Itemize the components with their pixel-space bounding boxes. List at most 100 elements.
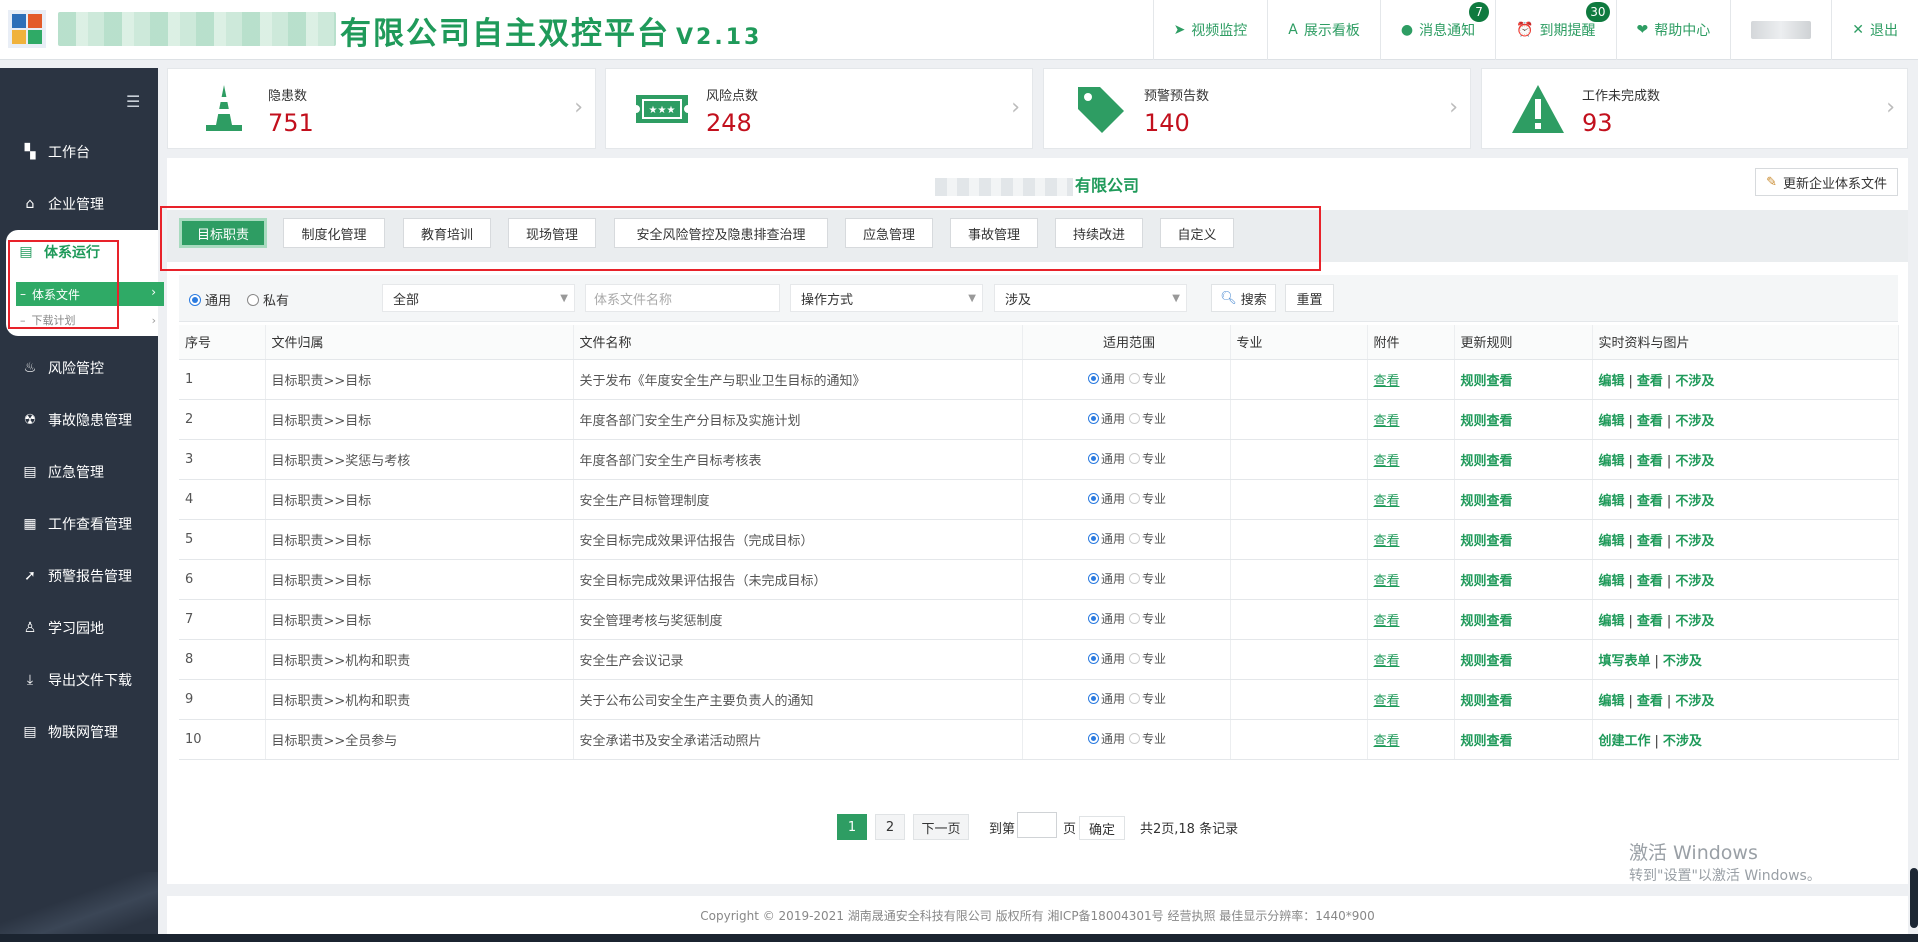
view-attachment-link[interactable]: 查看 — [1374, 534, 1400, 549]
row-action-link[interactable]: 不涉及 — [1675, 414, 1714, 429]
stat-card-hazards[interactable]: 隐患数 751 › — [167, 68, 596, 149]
scope-radio-pro[interactable]: 专业 — [1129, 610, 1166, 627]
row-action-link[interactable]: 查看 — [1637, 614, 1663, 629]
row-action-link[interactable]: 不涉及 — [1675, 574, 1714, 589]
stat-card-warnings[interactable]: 预警预告数 140 › — [1043, 68, 1471, 149]
row-action-link[interactable]: 不涉及 — [1675, 534, 1714, 549]
sidebar-item-learning[interactable]: ♙ 学习园地 — [0, 610, 158, 646]
row-action-link[interactable]: 不涉及 — [1675, 374, 1714, 389]
scope-radio-pro[interactable]: 专业 — [1129, 450, 1166, 467]
view-attachment-link[interactable]: 查看 — [1374, 734, 1400, 749]
scope-radio-common[interactable]: 通用 — [1087, 370, 1125, 387]
row-action-link[interactable]: 编辑 — [1599, 454, 1625, 469]
row-action-link[interactable]: 不涉及 — [1675, 694, 1714, 709]
scope-radio-pro[interactable]: 专业 — [1129, 530, 1166, 547]
sidebar-item-enterprise[interactable]: ⌂ 企业管理 — [0, 186, 158, 222]
nav-messages[interactable]: ● 消息通知 7 — [1379, 0, 1495, 60]
search-button[interactable]: 🔍︎ 搜索 — [1211, 284, 1276, 312]
stat-card-unfinished-work[interactable]: 工作未完成数 93 › — [1481, 68, 1908, 149]
scope-radio-pro[interactable]: 专业 — [1129, 570, 1166, 587]
row-action-link[interactable]: 编辑 — [1599, 414, 1625, 429]
nav-display-board[interactable]: A 展示看板 — [1267, 0, 1380, 60]
user-account[interactable] — [1730, 0, 1831, 60]
view-attachment-link[interactable]: 查看 — [1374, 494, 1400, 509]
row-action-link[interactable]: 编辑 — [1599, 694, 1625, 709]
row-action-link[interactable]: 不涉及 — [1663, 654, 1702, 669]
nav-video-monitor[interactable]: ➤ 视频监控 — [1152, 0, 1268, 60]
scope-radio-common[interactable]: 通用 — [1087, 530, 1125, 547]
sidebar-item-emergency[interactable]: ▤ 应急管理 — [0, 454, 158, 490]
view-attachment-link[interactable]: 查看 — [1374, 694, 1400, 709]
view-rule-link[interactable]: 规则查看 — [1461, 534, 1513, 549]
view-rule-link[interactable]: 规则查看 — [1461, 454, 1513, 469]
reset-button[interactable]: 重置 — [1285, 284, 1334, 312]
nav-expiry-reminder[interactable]: ⏰ 到期提醒 30 — [1495, 0, 1615, 60]
scope-radio-common[interactable]: 通用 — [1087, 730, 1125, 747]
page-2-button[interactable]: 2 — [875, 814, 905, 840]
scope-radio-common[interactable]: 通用 — [1087, 410, 1125, 427]
update-system-files-button[interactable]: ✎ 更新企业体系文件 — [1755, 168, 1898, 196]
row-action-link[interactable]: 查看 — [1637, 454, 1663, 469]
view-rule-link[interactable]: 规则查看 — [1461, 614, 1513, 629]
row-action-link[interactable]: 编辑 — [1599, 614, 1625, 629]
scope-radio-pro[interactable]: 专业 — [1129, 410, 1166, 427]
nav-logout[interactable]: ✕ 退出 — [1831, 0, 1918, 60]
nav-help-center[interactable]: ❤ 帮助中心 — [1615, 0, 1731, 60]
view-rule-link[interactable]: 规则查看 — [1461, 694, 1513, 709]
row-action-link[interactable]: 查看 — [1637, 414, 1663, 429]
view-rule-link[interactable]: 规则查看 — [1461, 654, 1513, 669]
scope-radio-pro[interactable]: 专业 — [1129, 370, 1166, 387]
row-action-link[interactable]: 不涉及 — [1675, 494, 1714, 509]
goto-confirm-button[interactable]: 确定 — [1079, 816, 1125, 840]
radio-common[interactable]: 通用 — [189, 290, 231, 309]
goto-page-input[interactable] — [1017, 812, 1057, 838]
row-action-link[interactable]: 填写表单 — [1599, 654, 1651, 669]
sidebar-item-warning-report[interactable]: ➚ 预警报告管理 — [0, 558, 158, 594]
scope-radio-common[interactable]: 通用 — [1087, 650, 1125, 667]
scope-radio-common[interactable]: 通用 — [1087, 490, 1125, 507]
row-action-link[interactable]: 不涉及 — [1663, 734, 1702, 749]
row-action-link[interactable]: 查看 — [1637, 494, 1663, 509]
view-rule-link[interactable]: 规则查看 — [1461, 574, 1513, 589]
next-page-button[interactable]: 下一页 — [913, 814, 969, 840]
menu-toggle-icon[interactable]: ☰ — [126, 92, 140, 111]
row-action-link[interactable]: 编辑 — [1599, 534, 1625, 549]
sidebar-item-work-review[interactable]: ▦ 工作查看管理 — [0, 506, 158, 542]
view-rule-link[interactable]: 规则查看 — [1461, 494, 1513, 509]
sidebar-item-iot[interactable]: ▤ 物联网管理 — [0, 714, 158, 750]
view-rule-link[interactable]: 规则查看 — [1461, 374, 1513, 389]
operation-mode-select[interactable]: 操作方式 ▼ — [790, 284, 983, 312]
row-action-link[interactable]: 不涉及 — [1675, 614, 1714, 629]
scope-radio-common[interactable]: 通用 — [1087, 610, 1125, 627]
row-action-link[interactable]: 编辑 — [1599, 574, 1625, 589]
view-attachment-link[interactable]: 查看 — [1374, 374, 1400, 389]
page-scrollbar[interactable] — [1910, 868, 1918, 928]
row-action-link[interactable]: 编辑 — [1599, 374, 1625, 389]
scope-radio-pro[interactable]: 专业 — [1129, 650, 1166, 667]
view-attachment-link[interactable]: 查看 — [1374, 574, 1400, 589]
view-rule-link[interactable]: 规则查看 — [1461, 734, 1513, 749]
view-attachment-link[interactable]: 查看 — [1374, 654, 1400, 669]
file-name-search-input[interactable]: 体系文件名称 — [585, 284, 780, 312]
row-action-link[interactable]: 查看 — [1637, 374, 1663, 389]
view-rule-link[interactable]: 规则查看 — [1461, 414, 1513, 429]
row-action-link[interactable]: 编辑 — [1599, 494, 1625, 509]
involve-select[interactable]: 涉及 ▼ — [994, 284, 1187, 312]
row-action-link[interactable]: 不涉及 — [1675, 454, 1714, 469]
scope-radio-common[interactable]: 通用 — [1087, 570, 1125, 587]
view-attachment-link[interactable]: 查看 — [1374, 414, 1400, 429]
view-attachment-link[interactable]: 查看 — [1374, 454, 1400, 469]
row-action-link[interactable]: 查看 — [1637, 574, 1663, 589]
scope-radio-pro[interactable]: 专业 — [1129, 730, 1166, 747]
sidebar-item-accident-hazard[interactable]: ☢ 事故隐患管理 — [0, 402, 158, 438]
row-action-link[interactable]: 查看 — [1637, 694, 1663, 709]
sidebar-item-risk-control[interactable]: ♨ 风险管控 — [0, 350, 158, 386]
sidebar-item-export-download[interactable]: ⤓ 导出文件下载 — [0, 662, 158, 698]
row-action-link[interactable]: 创建工作 — [1599, 734, 1651, 749]
stat-card-risk-points[interactable]: ★★★ 风险点数 248 › — [605, 68, 1033, 149]
scope-radio-common[interactable]: 通用 — [1087, 450, 1125, 467]
view-attachment-link[interactable]: 查看 — [1374, 614, 1400, 629]
sidebar-item-workbench[interactable]: ▚ 工作台 — [0, 134, 158, 170]
scope-radio-common[interactable]: 通用 — [1087, 690, 1125, 707]
radio-private[interactable]: 私有 — [247, 290, 289, 309]
